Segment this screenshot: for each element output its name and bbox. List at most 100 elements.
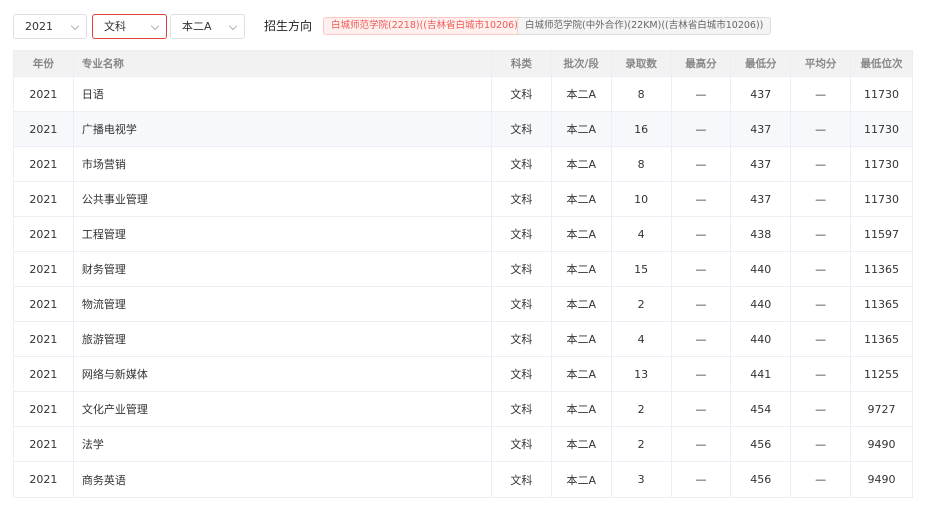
cell-year: 2021: [14, 77, 74, 111]
direction-tag-option[interactable]: 白城师范学院(中外合作)(22KM)((吉林省白城市10206)): [517, 17, 772, 35]
header-year: 年份: [14, 51, 74, 76]
cell-min-rank: 11255: [864, 367, 900, 381]
chevron-down-icon: [70, 21, 80, 31]
cell-year: 2021: [14, 322, 74, 356]
cell-batch: 本二A: [552, 462, 612, 497]
cell-batch: 本二A: [552, 147, 612, 181]
cell-major: 旅游管理: [74, 322, 492, 356]
cell-admitted: 3: [612, 462, 672, 497]
cell-max-score: —: [672, 77, 732, 111]
cell-year: 2021: [14, 147, 74, 181]
cell-avg-score: —: [791, 182, 852, 216]
cell-subject-type: 文科: [492, 77, 552, 111]
cell-admitted: 4: [612, 322, 672, 356]
cell-min-rank: 9727: [867, 402, 896, 416]
cell-batch: 本二A: [552, 252, 612, 286]
cell-min-score: 437: [731, 182, 792, 216]
cell-batch: 本二A: [552, 77, 612, 111]
table-header-row: 年份 专业名称 科类 批次/段 录取数 最高分 最低分 平均分 最低位次: [14, 51, 912, 77]
cell-max-score: —: [672, 252, 732, 286]
cell-min-score: 456: [731, 462, 792, 497]
cell-major: 网络与新媒体: [74, 357, 492, 391]
cell-subject-type: 文科: [492, 182, 552, 216]
cell-subject-type: 文科: [492, 287, 552, 321]
cell-min-score: 437: [731, 112, 792, 146]
header-admitted: 录取数: [612, 51, 672, 76]
cell-batch: 本二A: [552, 322, 612, 356]
cell-year: 2021: [14, 217, 74, 251]
table-body: 2021 日语 文科 本二A 8—437—11730 2021 广播电视学 文科 本二A 16—4…: [14, 77, 912, 497]
cell-subject-type: 文科: [492, 322, 552, 356]
cell-avg-score: —: [791, 357, 852, 391]
cell-admitted: 8: [612, 147, 672, 181]
table-row: 2021 公共事业管理 文科 本二A 10—437—11730: [14, 182, 912, 217]
batch-select-value: 本二A: [182, 20, 212, 33]
cell-major: 市场营销: [74, 147, 492, 181]
cell-min-score: 440: [731, 287, 792, 321]
cell-min-rank: 11730: [864, 122, 900, 136]
header-major: 专业名称: [74, 51, 492, 76]
cell-min-score: 456: [731, 427, 792, 461]
admission-table: 年份 专业名称 科类 批次/段 录取数 最高分 最低分 平均分 最低位次 202…: [13, 50, 913, 498]
cell-max-score: —: [672, 287, 732, 321]
cell-admitted: 10: [612, 182, 672, 216]
table-row: 2021 商务英语 文科 本二A 3—456—9490: [14, 462, 912, 497]
subject-select[interactable]: 文科: [92, 14, 167, 39]
cell-min-rank: 9490: [867, 437, 896, 451]
cell-min-score: 437: [731, 147, 792, 181]
cell-admitted: 8: [612, 77, 672, 111]
direction-tag-selected[interactable]: 白城师范学院(2218)((吉林省白城市10206)): [323, 17, 530, 35]
header-batch: 批次/段: [552, 51, 612, 76]
cell-admitted: 13: [612, 357, 672, 391]
header-max-score: 最高分: [672, 51, 732, 76]
table-row: 2021 法学 文科 本二A 2—456—9490: [14, 427, 912, 462]
cell-max-score: —: [672, 392, 732, 426]
cell-admitted: 2: [612, 427, 672, 461]
cell-avg-score: —: [791, 217, 852, 251]
cell-avg-score: —: [791, 112, 852, 146]
cell-batch: 本二A: [552, 392, 612, 426]
cell-batch: 本二A: [552, 287, 612, 321]
cell-admitted: 2: [612, 392, 672, 426]
cell-subject-type: 文科: [492, 357, 552, 391]
cell-subject-type: 文科: [492, 427, 552, 461]
cell-subject-type: 文科: [492, 147, 552, 181]
cell-min-score: 454: [731, 392, 792, 426]
year-select-value: 2021: [25, 20, 53, 33]
cell-major: 工程管理: [74, 217, 492, 251]
header-min-rank: 最低位次: [860, 58, 903, 70]
cell-batch: 本二A: [552, 112, 612, 146]
cell-major: 公共事业管理: [74, 182, 492, 216]
cell-subject-type: 文科: [492, 462, 552, 497]
cell-max-score: —: [672, 147, 732, 181]
table-row: 2021 财务管理 文科 本二A 15—440—11365: [14, 252, 912, 287]
cell-major: 日语: [74, 77, 492, 111]
cell-major: 文化产业管理: [74, 392, 492, 426]
cell-batch: 本二A: [552, 182, 612, 216]
table-row: 2021 工程管理 文科 本二A 4—438—11597: [14, 217, 912, 252]
cell-min-score: 440: [731, 252, 792, 286]
cell-avg-score: —: [791, 147, 852, 181]
header-subject-type: 科类: [492, 51, 552, 76]
header-avg-score: 平均分: [791, 51, 852, 76]
year-select[interactable]: 2021: [13, 14, 87, 39]
batch-select[interactable]: 本二A: [170, 14, 245, 39]
cell-batch: 本二A: [552, 427, 612, 461]
cell-max-score: —: [672, 112, 732, 146]
cell-year: 2021: [14, 427, 74, 461]
cell-min-score: 440: [731, 322, 792, 356]
cell-max-score: —: [672, 427, 732, 461]
cell-major: 法学: [74, 427, 492, 461]
table-row: 2021 文化产业管理 文科 本二A 2—454—9727: [14, 392, 912, 427]
subject-select-value: 文科: [104, 20, 126, 33]
cell-batch: 本二A: [552, 357, 612, 391]
cell-avg-score: —: [791, 427, 852, 461]
cell-subject-type: 文科: [492, 112, 552, 146]
chevron-down-icon: [228, 21, 238, 31]
cell-year: 2021: [14, 182, 74, 216]
cell-subject-type: 文科: [492, 217, 552, 251]
cell-max-score: —: [672, 182, 732, 216]
cell-admitted: 16: [612, 112, 672, 146]
cell-min-rank: 11365: [864, 262, 900, 276]
cell-min-rank: 11365: [864, 332, 900, 346]
